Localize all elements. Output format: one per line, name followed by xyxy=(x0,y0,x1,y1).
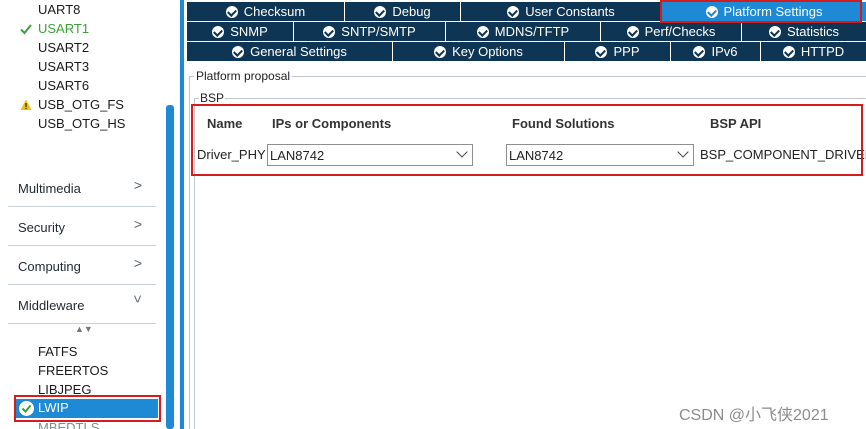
panel-divider[interactable] xyxy=(180,0,184,429)
periph-label: USART2 xyxy=(38,40,90,55)
periph-label: USB_OTG_FS xyxy=(38,97,124,112)
bsp-title: BSP xyxy=(199,91,226,105)
middleware-item-mbedtls[interactable]: MBEDTLS xyxy=(38,421,99,429)
tab-label: Debug xyxy=(392,4,431,19)
chevron-right-icon: > xyxy=(133,255,142,271)
category-computing[interactable]: Computing > xyxy=(8,246,156,285)
periph-label: USB_OTG_HS xyxy=(38,116,126,131)
middleware-item-freertos[interactable]: FREERTOS xyxy=(38,361,108,380)
check-circle-icon xyxy=(434,46,447,58)
check-circle-icon xyxy=(476,26,489,38)
tab-label: IPv6 xyxy=(711,44,738,59)
tab-statistics[interactable]: Statistics xyxy=(742,22,866,41)
left-panel: UART8 USART1 USART2 USART3 USART6 USB_OT… xyxy=(0,0,176,429)
tab-label: Checksum xyxy=(243,4,306,19)
periph-usb-otg-hs[interactable]: USB_OTG_HS xyxy=(38,114,125,133)
periph-usart2[interactable]: USART2 xyxy=(38,38,89,57)
tab-label: MDNS/TFTP xyxy=(494,24,570,39)
tab-label: SNMP xyxy=(230,24,268,39)
periph-label: USART6 xyxy=(38,78,90,93)
tab-user-constants[interactable]: User Constants xyxy=(461,2,662,21)
middleware-item-fatfs[interactable]: FATFS xyxy=(38,342,77,361)
left-scrollbar[interactable] xyxy=(166,105,174,429)
periph-label: UART8 xyxy=(38,2,81,17)
warning-icon xyxy=(20,99,32,110)
tab-perf-checks[interactable]: Perf/Checks xyxy=(601,22,742,41)
periph-label: USART1 xyxy=(38,21,90,36)
tab-label: SNTP/SMTP xyxy=(341,24,416,39)
watermark: CSDN @小飞侠2021 xyxy=(679,407,829,424)
platform-proposal-title: Platform proposal xyxy=(194,69,293,83)
tab-label: HTTPD xyxy=(800,44,845,59)
check-circle-icon xyxy=(212,26,225,38)
periph-label: USART3 xyxy=(38,59,90,74)
tab-label: Statistics xyxy=(786,24,839,39)
check-circle-icon xyxy=(782,46,795,58)
tab-snmp[interactable]: SNMP xyxy=(187,22,294,41)
sort-icon[interactable]: ▲▼ xyxy=(75,325,93,334)
chevron-right-icon: > xyxy=(133,216,142,232)
tab-label: Perf/Checks xyxy=(644,24,716,39)
category-security[interactable]: Security > xyxy=(8,207,156,246)
check-circle-icon xyxy=(225,6,238,18)
chevron-down-icon: > xyxy=(129,294,146,304)
highlight-box-bsp-table xyxy=(191,104,863,176)
tab-mdns-tftp[interactable]: MDNS/TFTP xyxy=(446,22,601,41)
check-circle-icon xyxy=(323,26,336,38)
check-circle-icon xyxy=(374,6,387,18)
tab-label: General Settings xyxy=(250,44,347,59)
category-multimedia[interactable]: Multimedia > xyxy=(8,168,156,207)
periph-usart3[interactable]: USART3 xyxy=(38,57,89,76)
check-circle-icon xyxy=(693,46,706,58)
check-circle-icon xyxy=(768,26,781,38)
category-middleware[interactable]: Middleware > xyxy=(8,285,156,324)
tab-ipv6[interactable]: IPv6 xyxy=(671,42,761,61)
check-circle-icon xyxy=(507,6,520,18)
category-label: Middleware xyxy=(18,298,85,313)
check-icon xyxy=(20,24,32,35)
tab-key-options[interactable]: Key Options xyxy=(393,42,565,61)
tab-label: PPP xyxy=(613,44,640,59)
tab-label: Key Options xyxy=(452,44,523,59)
periph-usart1[interactable]: USART1 xyxy=(20,19,160,38)
chevron-right-icon: > xyxy=(133,177,142,193)
check-circle-icon xyxy=(626,26,639,38)
category-label: Security xyxy=(18,220,65,235)
tab-ppp[interactable]: PPP xyxy=(565,42,671,61)
highlight-box-platform-tab xyxy=(660,0,862,23)
tab-general-settings[interactable]: General Settings xyxy=(187,42,393,61)
periph-uart8[interactable]: UART8 xyxy=(38,0,80,19)
check-circle-icon xyxy=(595,46,608,58)
category-label: Multimedia xyxy=(18,181,81,196)
tab-label: User Constants xyxy=(525,4,615,19)
tab-sntp-smtp[interactable]: SNTP/SMTP xyxy=(294,22,446,41)
periph-usb-otg-fs[interactable]: USB_OTG_FS xyxy=(20,95,160,114)
periph-usart6[interactable]: USART6 xyxy=(38,76,89,95)
tab-checksum[interactable]: Checksum xyxy=(187,2,345,21)
check-circle-icon xyxy=(232,46,245,58)
tab-httpd[interactable]: HTTPD xyxy=(761,42,866,61)
highlight-box-lwip xyxy=(14,395,161,422)
tab-debug[interactable]: Debug xyxy=(345,2,461,21)
category-label: Computing xyxy=(18,259,81,274)
